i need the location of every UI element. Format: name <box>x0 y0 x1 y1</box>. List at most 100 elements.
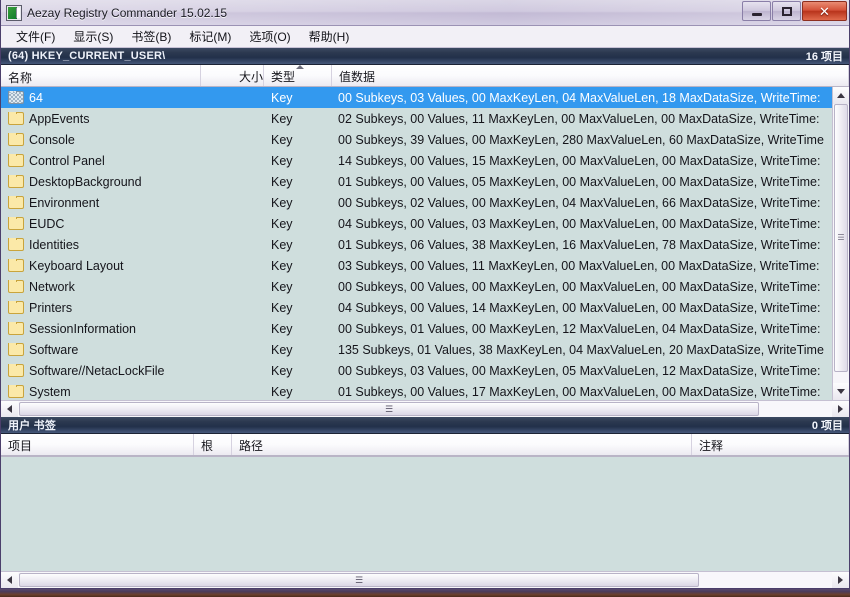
column-header-name-label: 名称 <box>8 70 33 85</box>
folder-icon <box>8 384 24 398</box>
cell-value-data: 00 Subkeys, 00 Values, 00 MaxKeyLen, 00 … <box>338 279 821 294</box>
table-row[interactable]: Printers Key 04 Subkeys, 00 Values, 14 Max… <box>1 297 832 318</box>
table-row[interactable]: 64 Key 00 Subkeys, 03 Values, 00 MaxKeyLen… <box>1 87 832 108</box>
key-name-label: 64 <box>29 90 43 105</box>
minimize-icon <box>751 13 762 16</box>
cell-name: Control Panel <box>1 153 201 168</box>
table-row[interactable]: DesktopBackground Key 01 Subkeys, 00 Value… <box>1 171 832 192</box>
window-title: Aezay Registry Commander 15.02.15 <box>27 5 228 20</box>
column-header-root[interactable]: 根 <box>194 434 232 455</box>
cell-type: Key <box>271 321 293 336</box>
title-bar: Aezay Registry Commander 15.02.15 ✕ <box>1 0 849 26</box>
menu-help[interactable]: 帮助(H) <box>300 26 359 48</box>
column-header-type[interactable]: 类型 <box>264 65 332 86</box>
key-name-label: AppEvents <box>29 111 90 126</box>
window-controls: ✕ <box>741 1 847 21</box>
folder-icon <box>8 216 24 230</box>
cell-type: Key <box>271 237 293 252</box>
folder-icon <box>8 237 24 251</box>
cell-name: EUDC <box>1 216 201 231</box>
table-row[interactable]: Identities Key 01 Subkeys, 06 Values, 38 M… <box>1 234 832 255</box>
menu-bookmarks[interactable]: 书签(B) <box>122 26 180 48</box>
table-row[interactable]: EUDC Key 04 Subkeys, 00 Values, 03 MaxKeyL… <box>1 213 832 234</box>
cell-type: Key <box>271 90 293 105</box>
cell-name: 64 <box>1 90 201 105</box>
cell-value-data: 01 Subkeys, 06 Values, 38 MaxKeyLen, 16 … <box>338 237 821 252</box>
scroll-right-button[interactable] <box>832 401 849 417</box>
chevron-up-icon <box>837 93 845 98</box>
horizontal-scroll-thumb[interactable]: ☰ <box>19 402 759 416</box>
chevron-right-icon <box>838 405 843 413</box>
horizontal-scroll-track[interactable]: ☰ <box>18 572 832 588</box>
cell-value-data: 135 Subkeys, 01 Values, 38 MaxKeyLen, 04… <box>338 342 824 357</box>
maximize-button[interactable] <box>772 1 801 21</box>
folder-icon <box>8 111 24 125</box>
chevron-left-icon <box>7 405 12 413</box>
scroll-right-button[interactable] <box>832 572 849 588</box>
folder-icon <box>8 342 24 356</box>
key-name-label: Software//NetacLockFile <box>29 363 165 378</box>
application-window: Aezay Registry Commander 15.02.15 ✕ 文件(F… <box>0 0 850 589</box>
cell-value-data: 14 Subkeys, 00 Values, 15 MaxKeyLen, 00 … <box>338 153 821 168</box>
horizontal-scroll-thumb[interactable]: ☰ <box>19 573 699 587</box>
cell-name: SessionInformation <box>1 321 201 336</box>
column-header-comment[interactable]: 注释 <box>692 434 849 455</box>
horizontal-scroll-track[interactable]: ☰ <box>18 401 832 417</box>
registry-key-list-body: 64 Key 00 Subkeys, 03 Values, 00 MaxKeyLen… <box>1 87 832 400</box>
minimize-button[interactable] <box>742 1 771 21</box>
table-row[interactable]: AppEvents Key 02 Subkeys, 00 Values, 11 Ma… <box>1 108 832 129</box>
cell-name: AppEvents <box>1 111 201 126</box>
key-name-label: Printers <box>29 300 73 315</box>
scroll-left-button[interactable] <box>1 572 18 588</box>
table-row[interactable]: Keyboard Layout Key 03 Subkeys, 00 Values,… <box>1 255 832 276</box>
table-row[interactable]: Environment Key 00 Subkeys, 02 Values, 00 … <box>1 192 832 213</box>
registry-key-list: 64 Key 00 Subkeys, 03 Values, 00 MaxKeyLen… <box>1 87 849 400</box>
cell-name: System <box>1 384 201 399</box>
menu-marks[interactable]: 标记(M) <box>180 26 240 48</box>
cell-type: Key <box>271 258 293 273</box>
folder-icon <box>8 363 24 377</box>
vertical-scroll-track[interactable]: ☰ <box>833 104 849 383</box>
cell-value-data: 04 Subkeys, 00 Values, 03 MaxKeyLen, 00 … <box>338 216 821 231</box>
sort-ascending-icon <box>296 65 304 69</box>
table-row[interactable]: Control Panel Key 14 Subkeys, 00 Values, 1… <box>1 150 832 171</box>
close-button[interactable]: ✕ <box>802 1 847 21</box>
cell-value-data: 00 Subkeys, 03 Values, 00 MaxKeyLen, 05 … <box>338 363 821 378</box>
column-header-value-data[interactable]: 值数据 <box>332 65 849 86</box>
vertical-scroll-thumb[interactable]: ☰ <box>834 104 848 372</box>
menu-view[interactable]: 显示(S) <box>64 26 122 48</box>
menu-file[interactable]: 文件(F) <box>7 26 64 48</box>
column-header-name[interactable]: 名称 <box>1 65 201 86</box>
list-vertical-scrollbar[interactable]: ☰ <box>832 87 849 400</box>
scroll-down-button[interactable] <box>833 383 849 400</box>
registry-path-bar[interactable]: (64) HKEY_CURRENT_USER\ 16 项目 <box>1 48 849 65</box>
cell-type: Key <box>271 342 293 357</box>
scroll-up-button[interactable] <box>833 87 849 104</box>
column-header-item[interactable]: 项目 <box>1 434 194 455</box>
key-name-label: EUDC <box>29 216 65 231</box>
table-row[interactable]: Console Key 00 Subkeys, 39 Values, 00 MaxK… <box>1 129 832 150</box>
chevron-right-icon <box>838 576 843 584</box>
bookmarks-header-bar[interactable]: 用户 书签 0 项目 <box>1 417 849 434</box>
cell-value-data: 00 Subkeys, 01 Values, 00 MaxKeyLen, 12 … <box>338 321 821 336</box>
bookmarks-horizontal-scrollbar[interactable]: ☰ <box>1 571 849 588</box>
column-header-root-label: 根 <box>201 439 214 453</box>
bookmarks-panel: 用户 书签 0 项目 项目 根 路径 注释 ☰ <box>1 417 849 588</box>
cell-value-data: 02 Subkeys, 00 Values, 11 MaxKeyLen, 00 … <box>338 111 820 126</box>
cell-value-data: 00 Subkeys, 02 Values, 00 MaxKeyLen, 04 … <box>338 195 821 210</box>
table-row[interactable]: Software//NetacLockFile Key 00 Subkeys, 03… <box>1 360 832 381</box>
cell-value-data: 00 Subkeys, 03 Values, 00 MaxKeyLen, 04 … <box>338 90 821 105</box>
desktop-background-strip <box>0 589 850 597</box>
table-row[interactable]: Software Key 135 Subkeys, 01 Values, 38 Ma… <box>1 339 832 360</box>
column-header-path[interactable]: 路径 <box>232 434 692 455</box>
table-row[interactable]: System Key 01 Subkeys, 00 Values, 17 MaxKe… <box>1 381 832 400</box>
table-row[interactable]: Network Key 00 Subkeys, 00 Values, 00 MaxK… <box>1 276 832 297</box>
column-header-size[interactable]: 大小 <box>201 65 264 86</box>
scroll-left-button[interactable] <box>1 401 18 417</box>
table-row[interactable]: SessionInformation Key 00 Subkeys, 01 Valu… <box>1 318 832 339</box>
cell-name: Printers <box>1 300 201 315</box>
cell-type: Key <box>271 195 293 210</box>
list-horizontal-scrollbar[interactable]: ☰ <box>1 400 849 417</box>
column-header-size-label: 大小 <box>238 70 263 84</box>
menu-options[interactable]: 选项(O) <box>240 26 299 48</box>
